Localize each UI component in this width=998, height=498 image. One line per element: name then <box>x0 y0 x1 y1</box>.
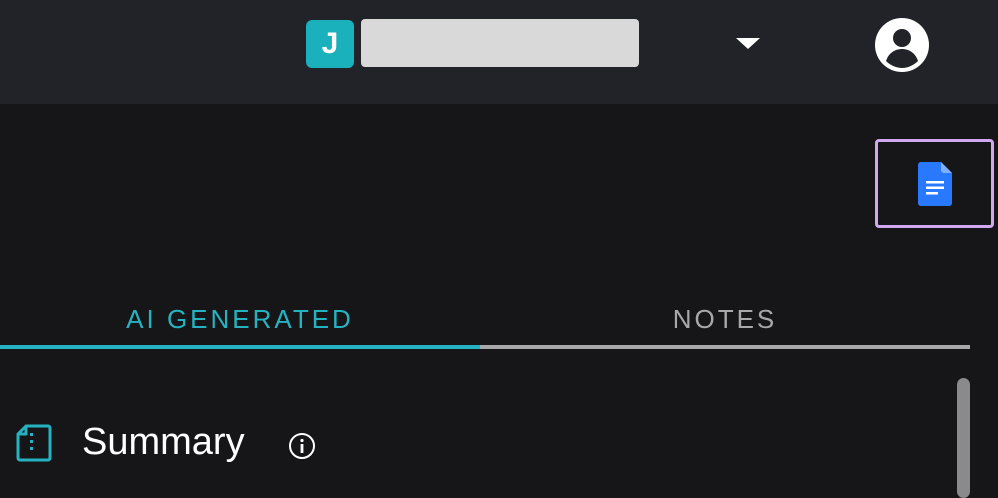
document-outline-icon <box>16 424 52 462</box>
top-bar: J <box>0 0 998 104</box>
active-tab-indicator <box>0 345 480 349</box>
scrollbar-thumb[interactable] <box>957 378 970 498</box>
tab-bar: AI GENERATED NOTES <box>0 288 970 350</box>
tab-notes[interactable]: NOTES <box>480 288 970 350</box>
workspace-avatar[interactable]: J <box>306 20 354 68</box>
tab-ai-generated[interactable]: AI GENERATED <box>0 288 480 350</box>
account-circle-icon[interactable] <box>874 17 930 73</box>
section-title-summary: Summary <box>82 421 245 463</box>
google-docs-icon <box>917 161 952 206</box>
caret-down-icon[interactable] <box>736 38 760 49</box>
workspace-name-field[interactable] <box>361 19 639 67</box>
open-google-doc-button[interactable] <box>875 139 994 228</box>
info-icon[interactable] <box>288 432 316 460</box>
